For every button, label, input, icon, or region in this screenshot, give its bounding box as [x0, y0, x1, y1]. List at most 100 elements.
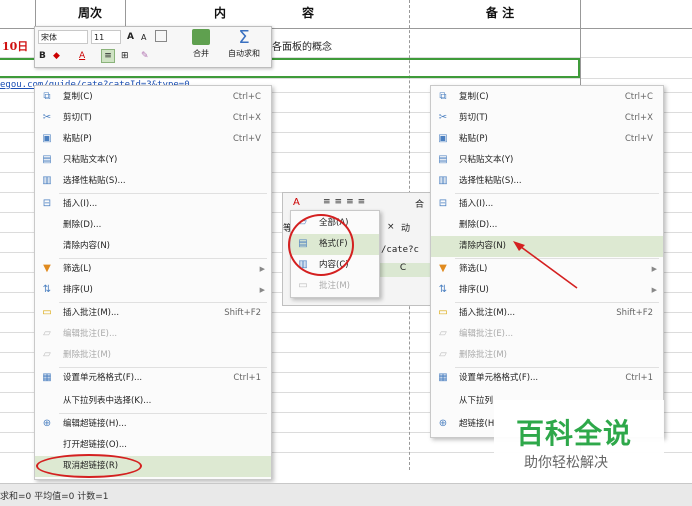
merge-label: 合并	[193, 49, 209, 58]
menu-format-cells[interactable]: ▦ 设置单元格格式(F)... Ctrl+1	[35, 368, 271, 389]
font-color-icon[interactable]: A	[79, 50, 85, 62]
merge-label-2[interactable]: 合	[415, 197, 424, 210]
scissors-icon: ✂	[438, 112, 448, 123]
menu-sort[interactable]: ⇅ 排序(U) ▶	[35, 280, 271, 301]
format-cells-icon: ▦	[438, 372, 448, 383]
font-name-select[interactable]: 宋体	[38, 30, 88, 44]
menu-paste-text[interactable]: ▤ 只粘贴文本(Y)	[431, 150, 663, 171]
insert-icon: ⊟	[438, 198, 448, 209]
date-cell[interactable]: 10日	[2, 38, 28, 54]
menu-copy[interactable]: ⧉ 复制(C) Ctrl+C	[431, 87, 663, 108]
header-content-1: 内	[213, 6, 226, 20]
status-summary: 求和=0 平均值=0 计数=1	[0, 492, 109, 502]
menu-edit-hyperlink[interactable]: ⊕ 编辑超链接(H)...	[35, 414, 271, 435]
header-content-2: 容	[301, 6, 314, 20]
submenu-arrow-icon: ▶	[259, 265, 265, 273]
sort-icon: ⇅	[438, 284, 448, 295]
menu-insert[interactable]: ⊟ 插入(I)...	[35, 194, 271, 215]
copy-icon: ⧉	[439, 91, 447, 102]
menu-paste-special[interactable]: ▥ 选择性粘贴(S)...	[431, 171, 663, 192]
status-bar: 求和=0 平均值=0 计数=1	[0, 483, 692, 506]
copy-icon: ⧉	[43, 91, 51, 102]
paste-icon: ▣	[438, 133, 448, 144]
close-icon[interactable]: ×	[387, 222, 395, 232]
annotation-circle-format	[288, 214, 354, 276]
edit-comment-icon: ▱	[43, 328, 51, 339]
menu-delete[interactable]: 删除(D)...	[35, 215, 271, 236]
hyperlink-icon: ⊕	[42, 418, 52, 429]
watermark-subtitle: 助你轻松解决	[524, 455, 608, 471]
merge-icon	[192, 29, 210, 45]
fill-color-icon[interactable]: ◆	[53, 50, 60, 62]
submenu-arrow-icon: ▶	[651, 265, 657, 273]
menu-pick-from-list[interactable]: 从下拉列表中选择(K)...	[35, 391, 271, 412]
watermark: 百科全说 助你轻松解决	[494, 400, 664, 480]
header-notes: 备 注	[485, 6, 515, 20]
watermark-title: 百科全说	[516, 417, 633, 450]
filter-icon: ▼	[43, 263, 51, 274]
menu-edit-comment[interactable]: ▱ 编辑批注(E)...	[431, 324, 663, 345]
menu-open-hyperlink[interactable]: 打开超链接(O)...	[35, 435, 271, 456]
insert-icon: ⊟	[42, 198, 52, 209]
menu-paste[interactable]: ▣ 粘贴(P) Ctrl+V	[431, 129, 663, 150]
delete-comment-icon: ▱	[43, 349, 51, 360]
insert-comment-icon: ▭	[438, 307, 448, 318]
font-color-icon-2[interactable]: A	[293, 197, 300, 208]
delete-comment-icon: ▱	[439, 349, 447, 360]
grow-font-button[interactable]: A	[127, 31, 134, 43]
context-menu-left: ⧉ 复制(C) Ctrl+C ✂ 剪切(T) Ctrl+X ▣ 粘贴(P) Ctrl+V ▤…	[34, 85, 272, 480]
menu-copy[interactable]: ⧉ 复制(C) Ctrl+C	[35, 87, 271, 108]
align-icon[interactable]: ≡	[101, 49, 115, 63]
autosum-button[interactable]: Σ 自动求和	[221, 29, 267, 65]
menu-cut[interactable]: ✂ 剪切(T) Ctrl+X	[431, 108, 663, 129]
bold-button[interactable]: B	[39, 50, 46, 62]
font-size-select[interactable]: 11	[91, 30, 121, 44]
shrink-font-button[interactable]: A	[141, 32, 146, 44]
clear-comment-item[interactable]: ▭ 批注(M)	[291, 276, 379, 297]
format-painter-icon[interactable]: ✎	[141, 50, 149, 62]
submenu-arrow-icon: ▶	[651, 286, 657, 294]
edit-comment-icon: ▱	[439, 328, 447, 339]
annotation-circle-remove-link	[36, 454, 142, 478]
menu-format-cells[interactable]: ▦ 设置单元格格式(F)... Ctrl+1	[431, 368, 663, 389]
menu-cut[interactable]: ✂ 剪切(T) Ctrl+X	[35, 108, 271, 129]
menu-insert-comment[interactable]: ▭ 插入批注(M)... Shift+F2	[431, 303, 663, 324]
paste-special-icon: ▥	[438, 175, 448, 186]
comment-eraser-icon: ▭	[298, 280, 308, 291]
filter-icon: ▼	[439, 263, 447, 274]
menu-delete-comment[interactable]: ▱ 删除批注(M)	[431, 345, 663, 366]
hyperlink-icon: ⊕	[438, 418, 448, 429]
mini-toolbar: 宋体 11 A A B ◆ A ≡ ⊞ ✎ 合并 Σ 自动求和	[34, 26, 272, 68]
menu-insert[interactable]: ⊟ 插入(I)...	[431, 194, 663, 215]
insert-comment-icon: ▭	[42, 307, 52, 318]
url-fragment-2: /cate?c	[381, 245, 419, 255]
menu-insert-comment[interactable]: ▭ 插入批注(M)... Shift+F2	[35, 303, 271, 324]
annotation-arrow-icon	[513, 241, 578, 289]
align-group-icon[interactable]: ≡≡≡≡	[323, 197, 369, 207]
menu-paste-special[interactable]: ▥ 选择性粘贴(S)...	[35, 171, 271, 192]
clear-format-icon[interactable]	[155, 30, 167, 42]
menu-delete[interactable]: 删除(D)...	[431, 215, 663, 236]
border-icon[interactable]: ⊞	[121, 50, 129, 62]
content-cell[interactable]: 各面板的概念	[272, 38, 332, 53]
menu-filter[interactable]: ▼ 筛选(L) ▶	[35, 259, 271, 280]
paste-text-icon: ▤	[438, 154, 448, 165]
menu-edit-comment[interactable]: ▱ 编辑批注(E)...	[35, 324, 271, 345]
column-c-header[interactable]: C	[375, 263, 431, 277]
autosum-label: 自动求和	[228, 49, 260, 58]
menu-paste[interactable]: ▣ 粘贴(P) Ctrl+V	[35, 129, 271, 150]
scissors-icon: ✂	[42, 112, 52, 123]
sigma-icon: Σ	[238, 27, 250, 48]
menu-paste-text[interactable]: ▤ 只粘贴文本(Y)	[35, 150, 271, 171]
menu-delete-comment[interactable]: ▱ 删除批注(M)	[35, 345, 271, 366]
paste-text-icon: ▤	[42, 154, 52, 165]
sort-icon: ⇅	[42, 284, 52, 295]
header-week: 周次	[77, 6, 102, 20]
paste-special-icon: ▥	[42, 175, 52, 186]
merge-button[interactable]: 合并	[185, 29, 217, 65]
format-cells-icon: ▦	[42, 372, 52, 383]
menu-clear-content[interactable]: 清除内容(N)	[35, 236, 271, 257]
frag-text-2: 动	[401, 224, 411, 234]
paste-icon: ▣	[42, 133, 52, 144]
submenu-arrow-icon: ▶	[259, 286, 265, 294]
